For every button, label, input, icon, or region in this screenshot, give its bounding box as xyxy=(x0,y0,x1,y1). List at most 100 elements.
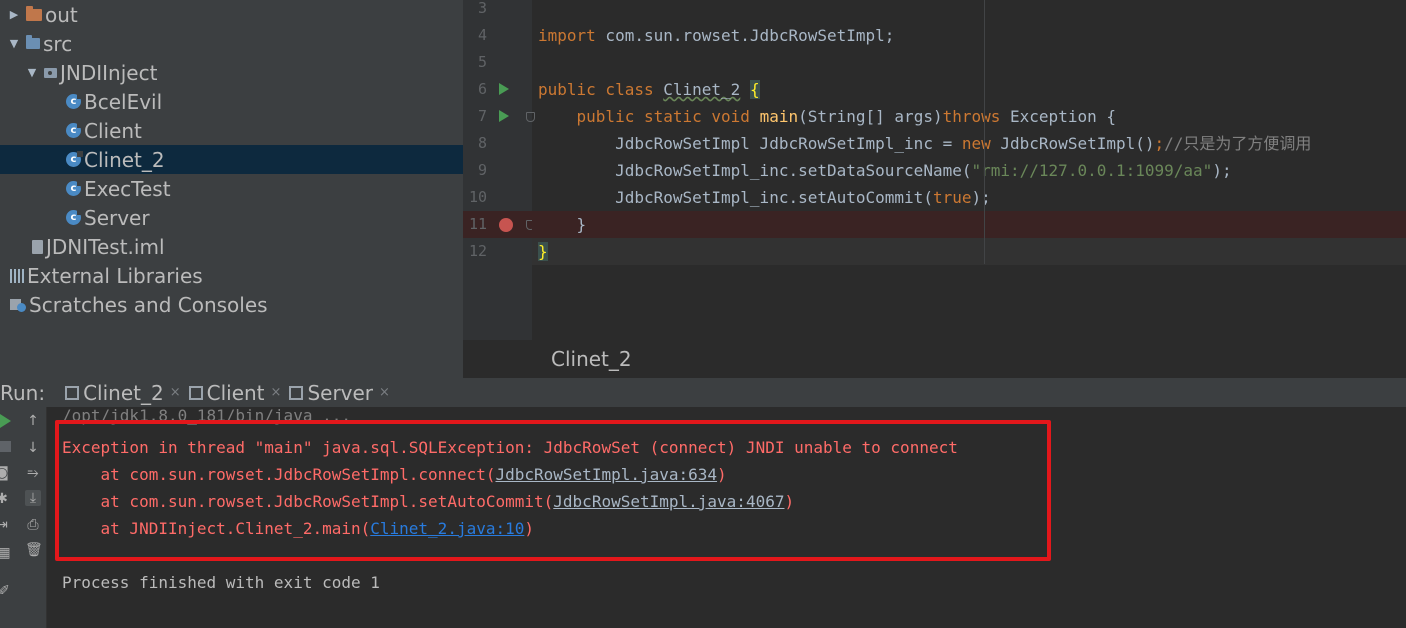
code-line-9[interactable]: JdbcRowSetImpl_inc.setDataSourceName("rm… xyxy=(532,157,1406,184)
tree-item-label: Client xyxy=(84,118,142,143)
java-class-icon: c xyxy=(66,122,83,138)
editor-gutter[interactable]: 3 4 5 6 7 8 9 10 11 12 xyxy=(463,0,535,340)
source-link[interactable]: JdbcRowSetImpl.java:4067 xyxy=(553,492,784,511)
run-class-icon[interactable] xyxy=(499,83,509,95)
line-number: 4 xyxy=(477,26,487,44)
code-line-8[interactable]: JdbcRowSetImpl JdbcRowSetImpl_inc = new … xyxy=(532,130,1406,157)
line-number: 8 xyxy=(477,134,487,152)
run-title: Run: xyxy=(0,380,46,405)
console-command-line: /opt/jdk1.8.0_181/bin/java ... xyxy=(62,407,351,425)
trash-icon[interactable]: 🗑 xyxy=(25,542,43,558)
run-tab-server[interactable]: Server × xyxy=(289,381,390,405)
run-tab-client[interactable]: Client × xyxy=(188,380,282,405)
settings-icon[interactable]: ✱ xyxy=(0,491,10,507)
stack-frame: at com.sun.rowset.JdbcRowSetImpl.setAuto… xyxy=(62,492,795,511)
camera-icon[interactable]: ◙ xyxy=(0,465,10,481)
tab-label: Client xyxy=(206,380,265,405)
java-class-icon: c xyxy=(66,209,83,225)
run-config-icon xyxy=(188,385,203,400)
code-line-11[interactable]: } xyxy=(532,211,1406,238)
run-tool-window-header: Run: Clinet_2 × Client × Server × xyxy=(0,378,1406,407)
close-icon[interactable]: × xyxy=(271,385,282,400)
tree-item-scratches[interactable]: Scratches and Consoles xyxy=(0,290,463,319)
scroll-down-icon[interactable]: ↓ xyxy=(25,440,41,456)
line-number: 3 xyxy=(477,0,487,17)
tree-item-client[interactable]: c Client xyxy=(0,116,463,145)
scroll-to-end-icon[interactable]: ⤓ xyxy=(25,490,41,506)
line-number: 12 xyxy=(468,242,487,260)
print-icon[interactable]: ⎙ xyxy=(25,517,41,533)
scroll-up-icon[interactable]: ↑ xyxy=(25,413,41,429)
run-config-icon xyxy=(289,385,304,400)
run-toolbar: ↑ ↓ ◙ ⥱ ✱ ⤓ ⇥ ⎙ ▦ 🗑 ✐ xyxy=(0,407,47,628)
editor-breadcrumb[interactable]: Clinet_2 xyxy=(463,340,1406,378)
code-line-4[interactable]: import com.sun.rowset.JdbcRowSetImpl; xyxy=(532,22,1406,49)
tree-item-label: External Libraries xyxy=(27,263,203,288)
tree-item-exectest[interactable]: c ExecTest xyxy=(0,174,463,203)
line-number: 10 xyxy=(468,188,487,206)
collapse-arrow-icon[interactable]: ▼ xyxy=(8,37,20,50)
run-method-icon[interactable] xyxy=(499,110,509,122)
line-number: 6 xyxy=(477,80,487,98)
rerun-icon[interactable] xyxy=(0,414,11,428)
tree-item-clinet-2[interactable]: c Clinet_2 xyxy=(0,145,463,174)
tree-item-label: Clinet_2 xyxy=(84,147,165,172)
console-output[interactable]: /opt/jdk1.8.0_181/bin/java ... Exception… xyxy=(48,407,1406,628)
line-number: 7 xyxy=(477,107,487,125)
project-tree-panel: ▶ out ▼ src ▼ JNDIInject c BcelEvil c Cl… xyxy=(0,0,463,378)
source-link[interactable]: JdbcRowSetImpl.java:634 xyxy=(495,465,717,484)
code-area[interactable]: import com.sun.rowset.JdbcRowSetImpl; pu… xyxy=(532,0,1406,340)
code-editor[interactable]: 3 4 5 6 7 8 9 10 11 12 import com.sun.ro… xyxy=(463,0,1406,340)
breakpoint-icon[interactable] xyxy=(499,218,513,232)
code-line-7[interactable]: public static void main(String[] args)th… xyxy=(532,103,1406,130)
stack-frame: at JNDIInject.Clinet_2.main(Clinet_2.jav… xyxy=(62,519,535,538)
expand-arrow-icon[interactable]: ▶ xyxy=(8,8,20,21)
code-line-12[interactable]: } xyxy=(532,238,1406,265)
soft-wrap-icon[interactable]: ⥱ xyxy=(25,465,41,481)
code-line-6[interactable]: public class Clinet_2 { xyxy=(532,76,1406,103)
source-folder-icon xyxy=(26,35,40,49)
tree-item-label: JNDIInject xyxy=(60,60,158,85)
tree-item-src[interactable]: ▼ src xyxy=(0,29,463,58)
stack-frame: at com.sun.rowset.JdbcRowSetImpl.connect… xyxy=(62,465,727,484)
tree-item-server[interactable]: c Server xyxy=(0,203,463,232)
java-class-icon: c xyxy=(66,180,83,196)
tree-item-jdnitest-iml[interactable]: JDNITest.iml xyxy=(0,232,463,261)
exception-message: Exception in thread "main" java.sql.SQLE… xyxy=(62,438,958,457)
tree-item-label: ExecTest xyxy=(84,176,171,201)
tree-item-label: src xyxy=(43,31,73,56)
login-icon[interactable]: ⇥ xyxy=(0,517,10,533)
tree-item-label: Scratches and Consoles xyxy=(29,292,268,317)
run-tab-clinet-2[interactable]: Clinet_2 × xyxy=(65,381,181,405)
source-link[interactable]: Clinet_2.java:10 xyxy=(370,519,524,538)
collapse-arrow-icon[interactable]: ▼ xyxy=(26,66,38,79)
tree-item-bcelevil[interactable]: c BcelEvil xyxy=(0,87,463,116)
run-config-icon xyxy=(65,385,80,400)
scratches-icon xyxy=(10,297,26,313)
tree-item-out[interactable]: ▶ out xyxy=(0,0,463,29)
close-icon[interactable]: × xyxy=(170,385,181,400)
module-file-icon xyxy=(32,239,43,254)
code-line-10[interactable]: JdbcRowSetImpl_inc.setAutoCommit(true); xyxy=(532,184,1406,211)
tab-label: Clinet_2 xyxy=(83,380,164,405)
tree-item-label: Server xyxy=(84,205,150,230)
line-number: 11 xyxy=(468,215,487,233)
java-class-icon: c xyxy=(66,151,83,167)
pin-icon[interactable]: ✐ xyxy=(0,583,12,599)
package-icon xyxy=(44,67,57,78)
tree-item-label: out xyxy=(45,2,78,27)
tree-item-external-libraries[interactable]: External Libraries xyxy=(0,261,463,290)
tab-label: Server xyxy=(307,380,374,405)
stop-icon[interactable] xyxy=(0,441,11,452)
line-number: 9 xyxy=(477,161,487,179)
exit-message: Process finished with exit code 1 xyxy=(62,573,380,592)
java-class-icon: c xyxy=(66,93,83,109)
libraries-icon xyxy=(10,268,24,283)
tree-item-jndiinject[interactable]: ▼ JNDIInject xyxy=(0,58,463,87)
layout-icon[interactable]: ▦ xyxy=(0,545,12,561)
tree-item-label: BcelEvil xyxy=(84,89,163,114)
line-number: 5 xyxy=(477,53,487,71)
tree-item-label: JDNITest.iml xyxy=(46,234,165,259)
close-icon[interactable]: × xyxy=(379,385,390,400)
right-margin-guide xyxy=(984,0,985,264)
